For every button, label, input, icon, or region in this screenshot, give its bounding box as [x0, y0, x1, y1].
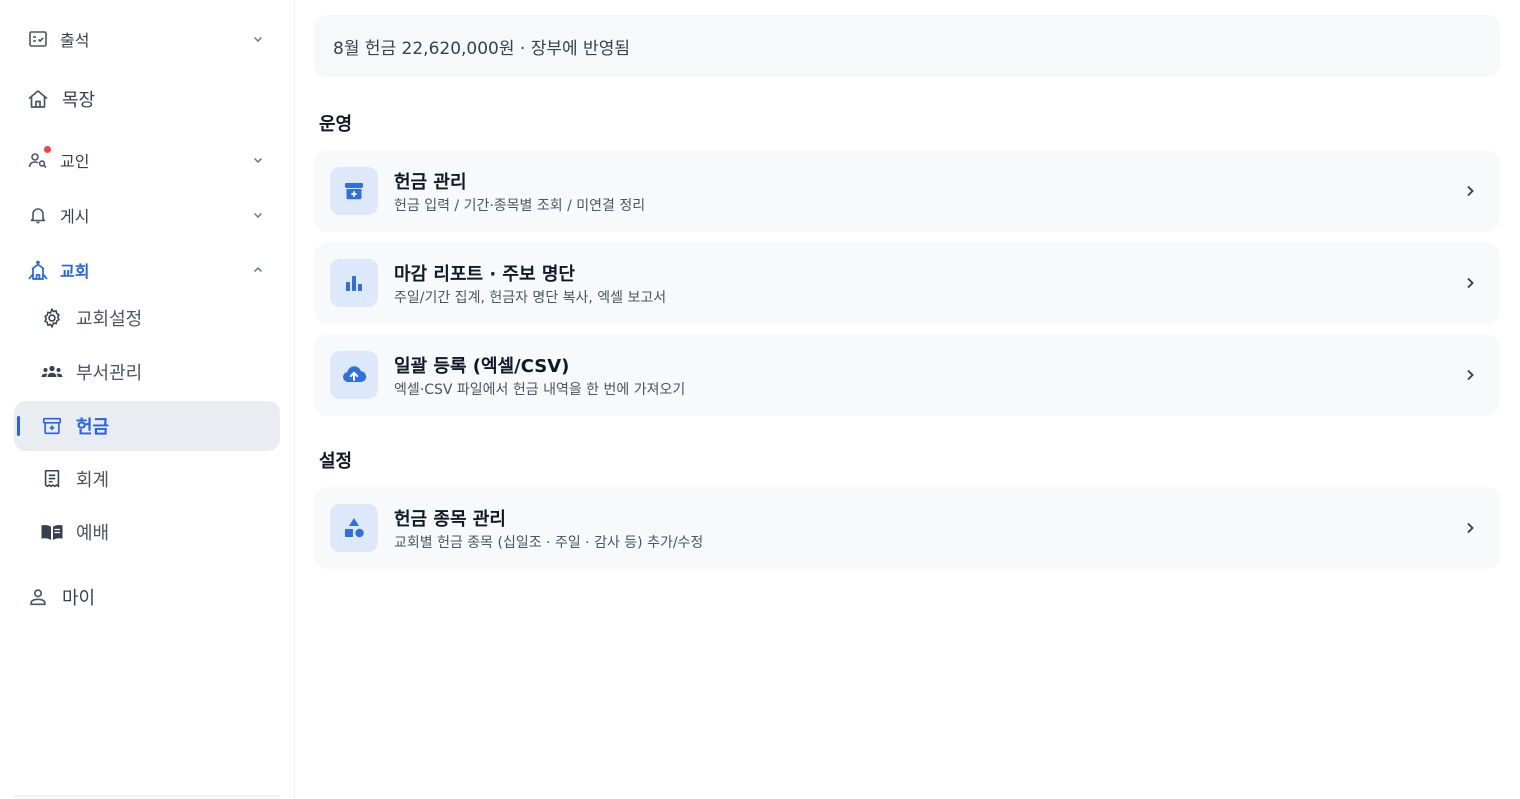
sidebar-item-attendance[interactable]: 출석 [14, 17, 280, 61]
offering-summary-banner: 8월 헌금 22,620,000원 · 장부에 반영됨 [314, 15, 1500, 77]
card-title: 헌금 관리 [394, 172, 467, 193]
gear-icon [40, 306, 64, 330]
sidebar-subitem-church-settings[interactable]: 교회설정 [14, 296, 280, 340]
bar-chart-icon [330, 259, 378, 307]
app-root: 출석 목장 교인 게시 교회 교회설정 부서관리 헌금 회계 예배 마이 8월 … [0, 0, 1520, 799]
sidebar-divider [14, 795, 280, 797]
sidebar-subitem-worship[interactable]: 예배 [14, 510, 280, 554]
sidebar-item-farm[interactable]: 목장 [14, 77, 280, 121]
sidebar-subitem-accounting[interactable]: 회계 [14, 457, 280, 501]
sidebar-item-label: 마이 [62, 588, 96, 609]
cloud-upload-icon [330, 351, 378, 399]
card-description: 주일/기간 집계, 헌금자 명단 복사, 엑셀 보고서 [394, 290, 667, 306]
bulk-import-card[interactable]: 일괄 등록 (엑셀/CSV) 엑셀·CSV 파일에서 헌금 내역을 한 번에 가… [314, 334, 1500, 416]
sidebar-subitem-label: 교회설정 [76, 309, 143, 330]
sidebar-item-label: 교인 [60, 152, 90, 171]
sidebar-subitem-label: 회계 [76, 470, 110, 491]
offering-box-icon [330, 167, 378, 215]
card-title: 일괄 등록 (엑셀/CSV) [394, 356, 570, 377]
offering-management-card[interactable]: 헌금 관리 헌금 입력 / 기간·종목별 조회 / 미연결 정리 [314, 150, 1500, 232]
sidebar-item-board[interactable]: 게시 [14, 193, 280, 237]
card-description: 헌금 입력 / 기간·종목별 조회 / 미연결 정리 [394, 198, 646, 214]
attendance-checklist-icon [26, 27, 50, 51]
sidebar-item-members[interactable]: 교인 [14, 138, 280, 182]
sidebar-item-my[interactable]: 마이 [14, 575, 280, 619]
main-content: 8월 헌금 22,620,000원 · 장부에 반영됨 운영 헌금 관리 헌금 … [296, 0, 1520, 799]
sidebar-subitem-departments[interactable]: 부서관리 [14, 350, 280, 394]
sidebar-item-label: 교회 [60, 262, 90, 281]
section-title-settings: 설정 [319, 451, 353, 472]
chevron-right-icon [1460, 365, 1480, 385]
summary-text: 8월 헌금 22,620,000원 · 장부에 반영됨 [333, 38, 630, 59]
chevron-right-icon [1460, 518, 1480, 538]
ledger-icon [40, 467, 64, 491]
chevron-down-icon [250, 31, 266, 47]
member-search-icon [26, 146, 51, 172]
chevron-down-icon [250, 152, 266, 168]
sidebar-item-church[interactable]: 교회 [14, 248, 280, 292]
card-title: 헌금 종목 관리 [394, 509, 506, 530]
offering-category-card[interactable]: 헌금 종목 관리 교회별 헌금 종목 (십일조 · 주일 · 감사 등) 추가/… [314, 487, 1500, 569]
sidebar-item-label: 게시 [60, 207, 90, 226]
sidebar-subitem-label: 헌금 [76, 417, 110, 438]
shapes-icon [330, 504, 378, 552]
section-title-operations: 운영 [319, 114, 353, 135]
notification-dot [44, 146, 51, 153]
chevron-up-icon [250, 262, 266, 278]
card-description: 교회별 헌금 종목 (십일조 · 주일 · 감사 등) 추가/수정 [394, 535, 704, 551]
bell-icon [26, 203, 50, 227]
card-description: 엑셀·CSV 파일에서 헌금 내역을 한 번에 가져오기 [394, 382, 686, 398]
user-icon [26, 585, 50, 609]
sidebar-subitem-label: 예배 [76, 523, 110, 544]
church-icon [26, 258, 50, 282]
sidebar-subitem-offering[interactable]: 헌금 [14, 401, 280, 451]
home-icon [26, 87, 50, 111]
book-icon [40, 520, 64, 544]
chevron-down-icon [250, 207, 266, 223]
closing-report-card[interactable]: 마감 리포트 · 주보 명단 주일/기간 집계, 헌금자 명단 복사, 엑셀 보… [314, 242, 1500, 324]
card-title: 마감 리포트 · 주보 명단 [394, 264, 575, 285]
sidebar-item-label: 목장 [62, 90, 96, 111]
group-icon [40, 360, 64, 384]
chevron-right-icon [1460, 273, 1480, 293]
sidebar: 출석 목장 교인 게시 교회 교회설정 부서관리 헌금 회계 예배 마이 [0, 0, 295, 799]
chevron-right-icon [1460, 181, 1480, 201]
selected-indicator [17, 416, 20, 436]
offering-box-icon [40, 414, 64, 438]
sidebar-subitem-label: 부서관리 [76, 363, 143, 384]
sidebar-item-label: 출석 [60, 31, 90, 50]
